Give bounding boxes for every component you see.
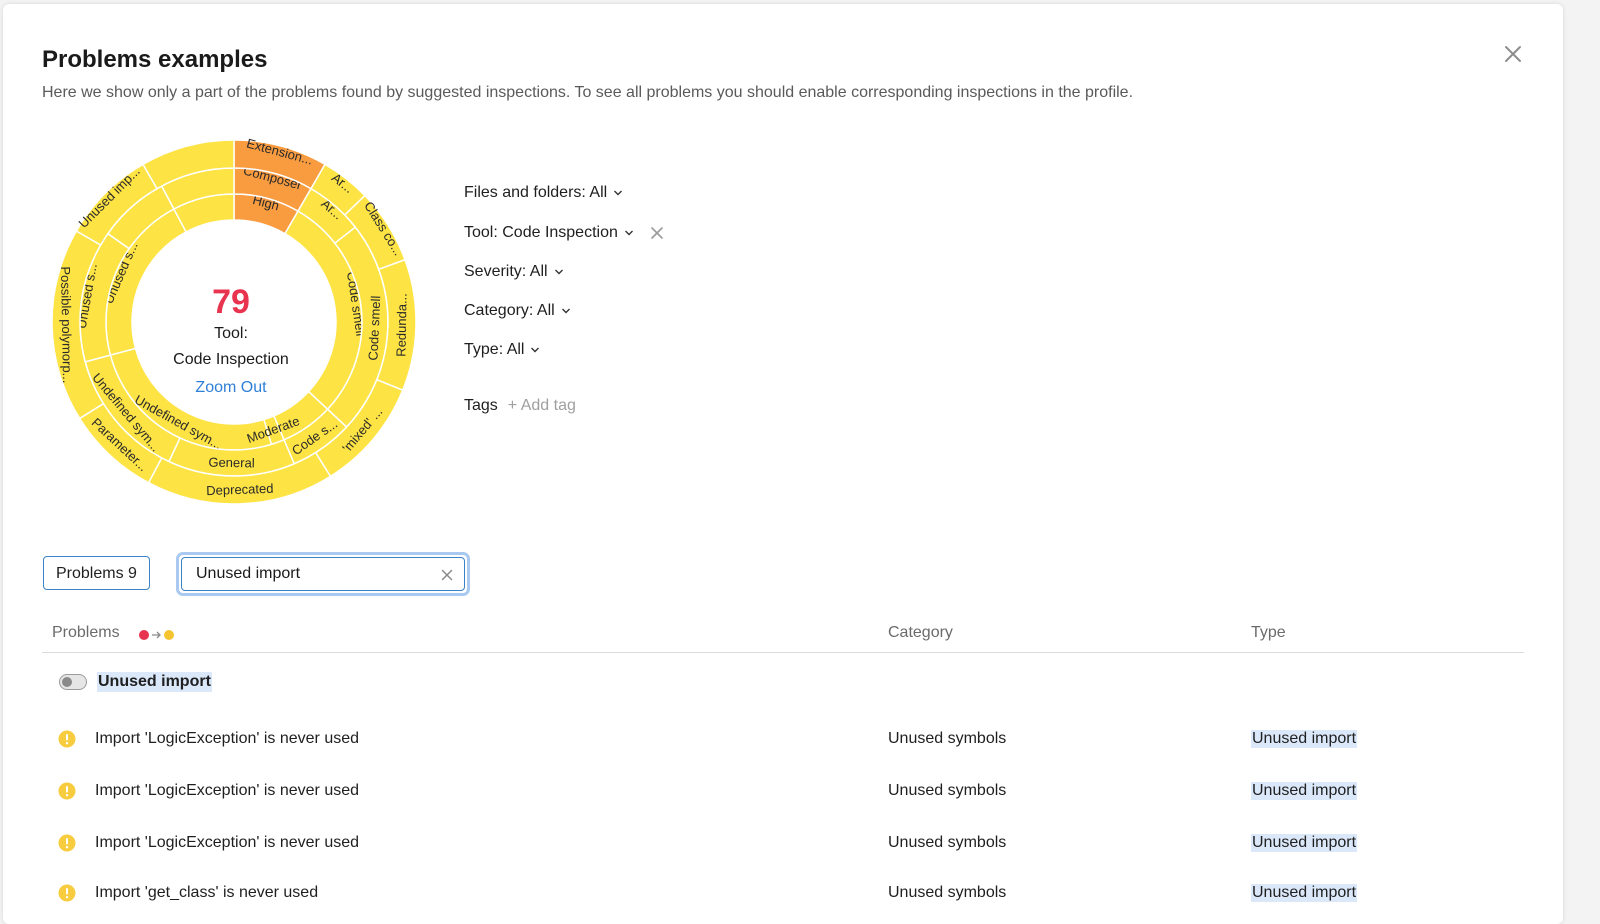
filter-severity-label: Severity: All <box>464 263 548 280</box>
zoom-out-link[interactable]: Zoom Out <box>195 379 267 396</box>
table-row[interactable]: Import 'LogicException' is never used Un… <box>3 772 1563 812</box>
search-focus-ring <box>176 552 470 596</box>
problem-description: Import 'get_class' is never used <box>95 884 319 901</box>
column-header-type[interactable]: Type <box>1251 624 1286 642</box>
dialog-title: Problems examples <box>42 46 268 73</box>
sunburst-segment-label: Possible polymorp... <box>58 266 75 383</box>
filter-type[interactable]: Type: All <box>464 341 540 359</box>
chevron-down-icon <box>561 308 570 314</box>
problem-category: Unused symbols <box>888 730 1007 747</box>
severity-moderate-dot <box>164 630 174 640</box>
tags-label: Tags <box>464 397 498 414</box>
sunburst-segment-label: Code smell <box>365 295 383 361</box>
problem-description: Import 'LogicException' is never used <box>95 782 360 799</box>
problem-description: Import 'LogicException' is never used <box>95 834 360 851</box>
severity-sort-indicator[interactable] <box>138 628 182 642</box>
column-header-category[interactable]: Category <box>888 624 953 642</box>
arrow-right-icon <box>152 631 161 639</box>
warning-icon <box>58 730 76 748</box>
table-row[interactable]: Import 'get_class' is never used Unused … <box>3 874 1563 914</box>
warning-icon <box>58 782 76 800</box>
filter-severity[interactable]: Severity: All <box>464 263 564 281</box>
table-row[interactable]: Import 'LogicException' is never used Un… <box>3 720 1563 760</box>
column-header-problems[interactable]: Problems <box>52 624 120 642</box>
group-toggle[interactable] <box>59 674 87 690</box>
group-label: Unused import <box>97 672 212 692</box>
problems-count-button[interactable]: Problems 9 <box>43 556 150 590</box>
search-input[interactable] <box>181 557 465 591</box>
problem-type: Unused import <box>1251 834 1358 852</box>
tags-row: Tags + Add tag <box>464 397 576 415</box>
filter-category[interactable]: Category: All <box>464 302 571 320</box>
center-label-name: Code Inspection <box>173 351 289 368</box>
filter-files-label: Files and folders: All <box>464 184 608 201</box>
problem-description: Import 'LogicException' is never used <box>95 730 360 747</box>
clear-search-icon[interactable] <box>441 569 453 581</box>
problem-type: Unused import <box>1251 782 1358 800</box>
remove-filter-icon[interactable] <box>650 226 664 240</box>
filter-category-label: Category: All <box>464 302 555 319</box>
problem-type: Unused import <box>1251 884 1358 902</box>
add-tag-link[interactable]: + Add tag <box>508 397 576 415</box>
warning-icon <box>58 834 76 852</box>
problem-category: Unused symbols <box>888 834 1007 851</box>
problem-type: Unused import <box>1251 730 1358 748</box>
sunburst-segment-label: Deprecated <box>206 481 274 498</box>
problems-dialog: Problems examples Here we show only a pa… <box>3 4 1563 924</box>
center-label-tool: Tool: <box>214 325 248 342</box>
dialog-subtitle: Here we show only a part of the problems… <box>42 84 1134 101</box>
filter-files-folders[interactable]: Files and folders: All <box>464 184 623 202</box>
chevron-down-icon <box>531 347 540 353</box>
filter-tool[interactable]: Tool: Code Inspection <box>464 224 664 242</box>
filter-type-label: Type: All <box>464 341 525 358</box>
problem-category: Unused symbols <box>888 782 1007 799</box>
problem-category: Unused symbols <box>888 884 1007 901</box>
filter-tool-label: Tool: Code Inspection <box>464 224 618 241</box>
table-row[interactable]: Import 'LogicException' is never used Un… <box>3 824 1563 864</box>
close-icon[interactable] <box>1501 42 1525 66</box>
sunburst-segment-label: Redunda... <box>393 293 409 357</box>
sunburst-segment-label: General <box>208 455 255 471</box>
chevron-down-icon <box>554 269 563 275</box>
sunburst-chart[interactable]: HighCode smellModerateUndefined sym...Un… <box>49 138 419 508</box>
problems-count: 79 <box>212 283 250 321</box>
warning-icon <box>58 884 76 902</box>
severity-high-dot <box>139 630 149 640</box>
chevron-down-icon <box>624 230 633 236</box>
group-header[interactable]: Unused import <box>59 672 212 692</box>
header-divider <box>42 652 1524 653</box>
chevron-down-icon <box>614 190 623 196</box>
